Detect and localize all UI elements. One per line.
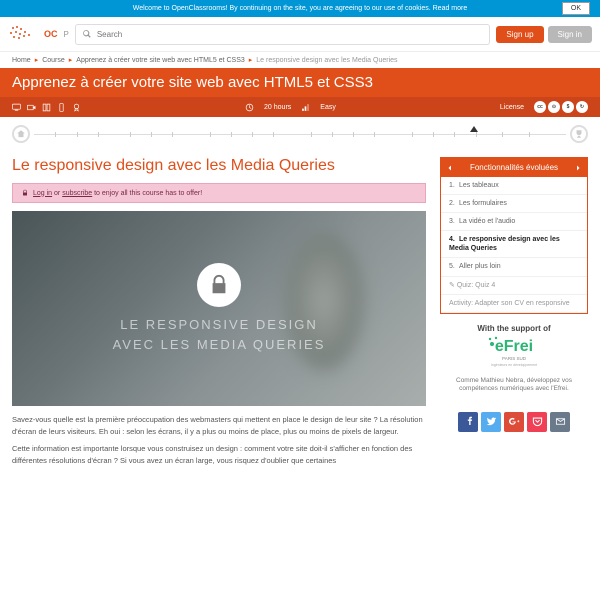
course-meta-bar: 20 hours Easy License cc ⊙ $ ↻ [0, 97, 600, 117]
breadcrumb-current: Le responsive design avec les Media Quer… [256, 57, 397, 64]
sponsor-logo[interactable]: eFrei PARIS SUD Ingénieurs en développem… [483, 333, 545, 373]
nav-item[interactable]: 1.Les tableaux [441, 177, 587, 195]
chevron-right-icon: ▸ [249, 56, 253, 64]
twitter-share[interactable] [481, 412, 501, 432]
license-label: License [500, 104, 524, 111]
progress-marker-icon [470, 126, 478, 132]
support-heading: With the support of [444, 324, 584, 333]
support-box: With the support of eFrei PARIS SUD Ingé… [440, 314, 588, 404]
nc-icon: $ [562, 101, 574, 113]
breadcrumb-course-name[interactable]: Apprenez à créer votre site web avec HTM… [76, 57, 244, 64]
badge-icon [72, 103, 81, 112]
mobile-icon [57, 103, 66, 112]
course-level: Easy [320, 104, 336, 111]
nav-item[interactable]: 5.Aller plus loin [441, 258, 587, 276]
lock-icon [197, 263, 241, 307]
sidebar: Fonctionnalités évoluées 1.Les tableaux … [440, 157, 588, 473]
license-badges: cc ⊙ $ ↻ [534, 101, 588, 113]
course-duration: 20 hours [264, 104, 291, 111]
cookie-message: Welcome to OpenClassrooms! By continuing… [133, 5, 468, 12]
main-content: Le responsive design avec les Media Quer… [0, 151, 600, 479]
logo-p: P [64, 30, 69, 39]
chevron-right-icon[interactable] [574, 164, 582, 172]
lesson-content: Le responsive design avec les Media Quer… [12, 157, 426, 473]
login-link[interactable]: Log in [33, 190, 52, 197]
nav-section-title: Fonctionnalités évoluées [470, 163, 558, 172]
video-title-overlay: LE RESPONSIVE DESIGNAVEC LES MEDIA QUERI… [113, 315, 326, 354]
nav-item-active[interactable]: 4.Le responsive design avec les Media Qu… [441, 231, 587, 258]
signin-button[interactable]: Sign in [548, 26, 592, 43]
home-icon[interactable] [12, 125, 30, 143]
facebook-share[interactable] [458, 412, 478, 432]
course-progress [0, 117, 600, 151]
device-icons [12, 103, 81, 112]
auth-buttons: Sign up Sign in [496, 26, 592, 43]
search-icon [82, 29, 92, 39]
svg-text:Ingénieurs en développement: Ingénieurs en développement [491, 363, 537, 367]
book-icon [42, 103, 51, 112]
logo[interactable] [8, 20, 36, 48]
signal-icon [301, 103, 310, 112]
signup-button[interactable]: Sign up [496, 26, 543, 43]
googleplus-share[interactable] [504, 412, 524, 432]
breadcrumb: Home ▸ Course ▸ Apprenez à créer votre s… [0, 52, 600, 68]
desktop-icon [12, 103, 21, 112]
search-box[interactable] [75, 24, 491, 45]
course-title-bar: Apprenez à créer votre site web avec HTM… [0, 68, 600, 97]
search-input[interactable] [92, 27, 484, 42]
breadcrumb-course[interactable]: Course [42, 57, 65, 64]
social-share [440, 412, 588, 432]
chevron-right-icon: ▸ [35, 56, 39, 64]
nav-item[interactable]: 2.Les formulaires [441, 195, 587, 213]
cookie-banner: Welcome to OpenClassrooms! By continuing… [0, 0, 600, 17]
trophy-icon[interactable] [570, 125, 588, 143]
logo-dots-icon [10, 26, 34, 42]
nav-activity[interactable]: Activity: Adapter son CV en responsive [441, 295, 587, 313]
sa-icon: ↻ [576, 101, 588, 113]
by-icon: ⊙ [548, 101, 560, 113]
lesson-title: Le responsive design avec les Media Quer… [12, 157, 426, 175]
pocket-share[interactable] [527, 412, 547, 432]
course-title: Apprenez à créer votre site web avec HTM… [12, 74, 588, 91]
support-tagline: Comme Mathieu Nebra, développez vos comp… [444, 377, 584, 394]
lesson-paragraph: Cette information est importante lorsque… [12, 443, 426, 466]
cookie-ok-button[interactable]: OK [562, 2, 590, 15]
nav-item[interactable]: 3.La vidéo et l'audio [441, 213, 587, 231]
svg-text:PARIS SUD: PARIS SUD [502, 356, 527, 361]
email-share[interactable] [550, 412, 570, 432]
cc-icon: cc [534, 101, 546, 113]
breadcrumb-home[interactable]: Home [12, 57, 31, 64]
lock-small-icon [21, 189, 29, 197]
lesson-paragraph: Savez-vous quelle est la première préocc… [12, 414, 426, 437]
nav-quiz[interactable]: ✎ Quiz: Quiz 4 [441, 277, 587, 295]
lesson-nav: Fonctionnalités évoluées 1.Les tableaux … [440, 157, 588, 314]
site-header: OC P Sign up Sign in [0, 17, 600, 52]
nav-header: Fonctionnalités évoluées [441, 158, 587, 177]
subscribe-link[interactable]: subscribe [62, 190, 92, 197]
chevron-right-icon: ▸ [69, 56, 73, 64]
video-player-locked[interactable]: LE RESPONSIVE DESIGNAVEC LES MEDIA QUERI… [12, 211, 426, 406]
svg-text:eFrei: eFrei [495, 338, 533, 355]
chevron-left-icon[interactable] [446, 164, 454, 172]
logo-text: OC [44, 29, 58, 39]
login-notice: Log in or subscribe to enjoy all this co… [12, 183, 426, 203]
clock-icon [245, 103, 254, 112]
video-icon [27, 103, 36, 112]
progress-track[interactable] [34, 134, 566, 135]
